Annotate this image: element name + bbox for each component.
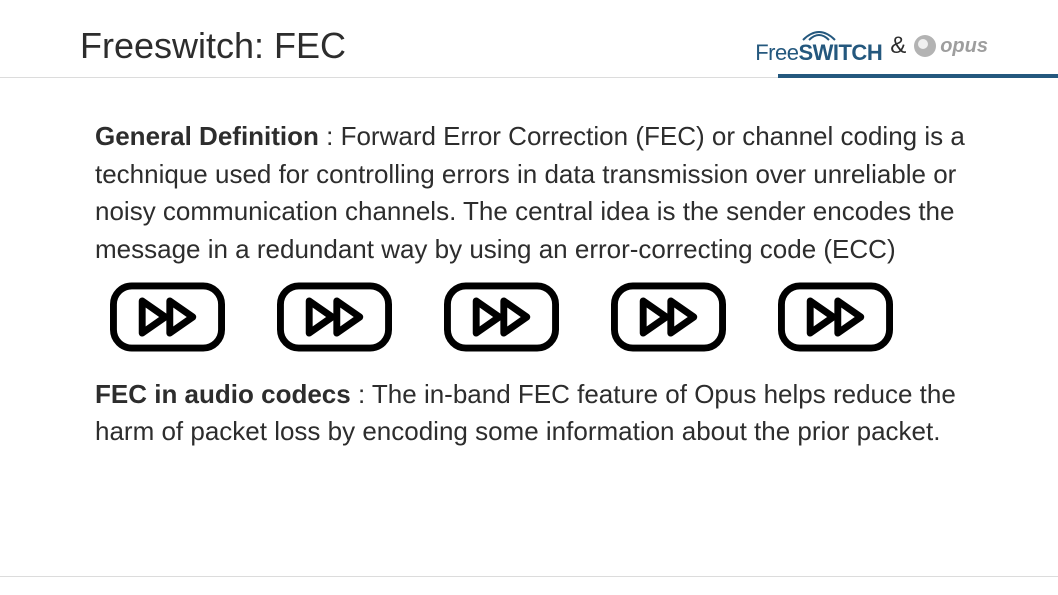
fast-forward-icon: [611, 281, 726, 358]
opus-circle-icon: [914, 35, 936, 57]
fast-forward-icon: [778, 281, 893, 358]
ampersand: &: [890, 32, 906, 60]
logo-group: FreeSWITCH & opus: [755, 28, 988, 64]
fast-forward-icon: [277, 281, 392, 358]
definition-label: General Definition: [95, 121, 319, 151]
freeswitch-logo: FreeSWITCH: [755, 28, 882, 64]
codecs-paragraph: FEC in audio codecs : The in-band FEC fe…: [95, 376, 968, 451]
freeswitch-wordmark: FreeSWITCH: [755, 42, 882, 64]
codecs-label: FEC in audio codecs: [95, 379, 351, 409]
opus-logo: opus: [914, 35, 988, 58]
slide-title: Freeswitch: FEC: [80, 25, 346, 67]
header-underline: [778, 74, 1058, 78]
definition-paragraph: General Definition : Forward Error Corre…: [95, 118, 968, 269]
slide-header: Freeswitch: FEC FreeSWITCH & opus: [0, 0, 1058, 78]
footer-divider: [0, 576, 1058, 577]
fast-forward-icon: [444, 281, 559, 358]
fast-forward-icon-row: [110, 281, 968, 358]
slide-content: General Definition : Forward Error Corre…: [0, 78, 1058, 451]
fast-forward-icon: [110, 281, 225, 358]
opus-wordmark: opus: [940, 35, 988, 58]
